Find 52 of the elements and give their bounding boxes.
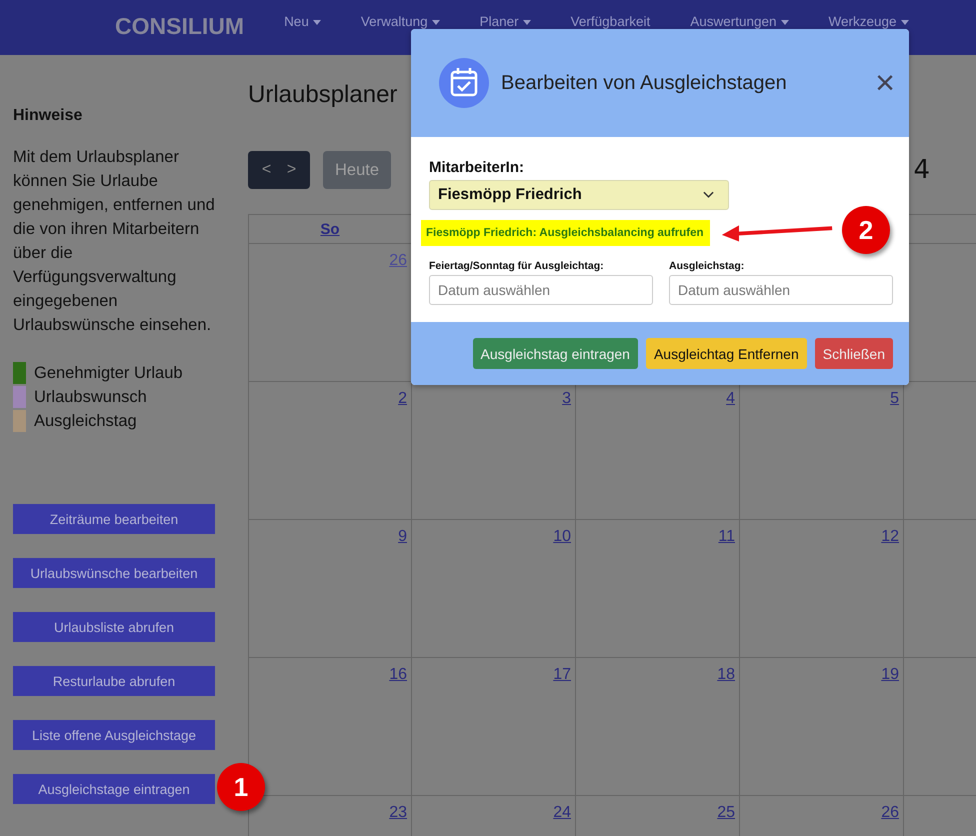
field-label: MitarbeiterIn: [429, 159, 526, 176]
calendar-check-icon [439, 58, 489, 108]
nav-menu-item[interactable]: Neu [284, 14, 321, 30]
page-title: Urlaubsplaner [248, 81, 398, 110]
day-number[interactable]: 23 [389, 804, 407, 822]
sidebar-button[interactable]: Urlaubswünsche bearbeiten [13, 558, 215, 588]
legend-label: Urlaubswunsch [34, 387, 147, 408]
modal-button[interactable]: Schließen [814, 338, 893, 369]
today-button[interactable]: Heute [323, 151, 392, 189]
month-title: 4 [913, 155, 930, 185]
day-number[interactable]: 10 [553, 528, 571, 546]
date-input[interactable]: Datum auswählen [429, 275, 653, 305]
day-number[interactable]: 5 [890, 390, 899, 408]
sidebar-button[interactable]: Ausgleichstage eintragen [13, 774, 215, 804]
sidebar-heading: Hinweise [13, 107, 84, 125]
field-label: Ausgleichstag: [669, 260, 746, 272]
next-button[interactable]: > [279, 151, 304, 189]
sidebar-text: Mit dem Urlaubsplaner können Sie Urlaube genehmigen, entfernen und die von ihren Mitarbeitern über die Verfügungsverwaltung eingegebenen Urlaubswünsche einsehen. [13, 147, 216, 336]
prev-button[interactable]: < [254, 151, 279, 189]
modal-button[interactable]: Ausgleichstag eintragen [472, 338, 638, 369]
sidebar-button[interactable]: Liste offene Ausgleichstage [13, 720, 215, 750]
close-button[interactable]: × [875, 66, 895, 100]
date-input[interactable]: Datum auswählen [669, 275, 893, 305]
balancing-link[interactable]: Fiesmöpp Friedrich: Ausgleichsbalancing aufrufen [421, 220, 710, 246]
weekday-header[interactable]: So [320, 220, 340, 238]
legend-label: Ausgleichstag [34, 411, 137, 432]
day-number[interactable]: 12 [881, 528, 899, 546]
day-number[interactable]: 16 [389, 666, 407, 684]
caret-icon [312, 20, 321, 24]
chevron-down-icon [703, 191, 714, 199]
sidebar-button[interactable]: Resturlaube abrufen [13, 666, 215, 696]
nav-menu-item[interactable]: Verfügbarkeit [570, 14, 650, 30]
field-label: Feiertag/Sonntag für Ausgleichtag: [429, 260, 605, 272]
day-number[interactable]: 25 [717, 804, 735, 822]
day-number[interactable]: 3 [562, 390, 571, 408]
logo-text[interactable]: CONSILIUM [115, 13, 244, 40]
modal-title: Bearbeiten von Ausgleichstagen [501, 72, 788, 94]
annotation-badge: 1 [217, 763, 265, 811]
day-number[interactable]: 18 [717, 666, 735, 684]
day-number[interactable]: 9 [398, 528, 407, 546]
day-number[interactable]: 26 [881, 804, 899, 822]
modal-button[interactable]: Ausgleichtag Entfernen [646, 338, 807, 369]
employee-select[interactable]: Fiesmöpp Friedrich [429, 180, 729, 210]
day-number[interactable]: 11 [718, 528, 735, 546]
sidebar-button[interactable]: Zeiträume bearbeiten [13, 504, 215, 534]
legend-label: Genehmigter Urlaub [34, 363, 183, 384]
day-number[interactable]: 4 [726, 390, 735, 408]
day-number[interactable]: 24 [553, 804, 571, 822]
day-number[interactable]: 19 [881, 666, 899, 684]
day-number[interactable]: 2 [398, 390, 407, 408]
sidebar-button[interactable]: Urlaubsliste abrufen [13, 612, 215, 642]
day-number[interactable]: 17 [553, 666, 571, 684]
